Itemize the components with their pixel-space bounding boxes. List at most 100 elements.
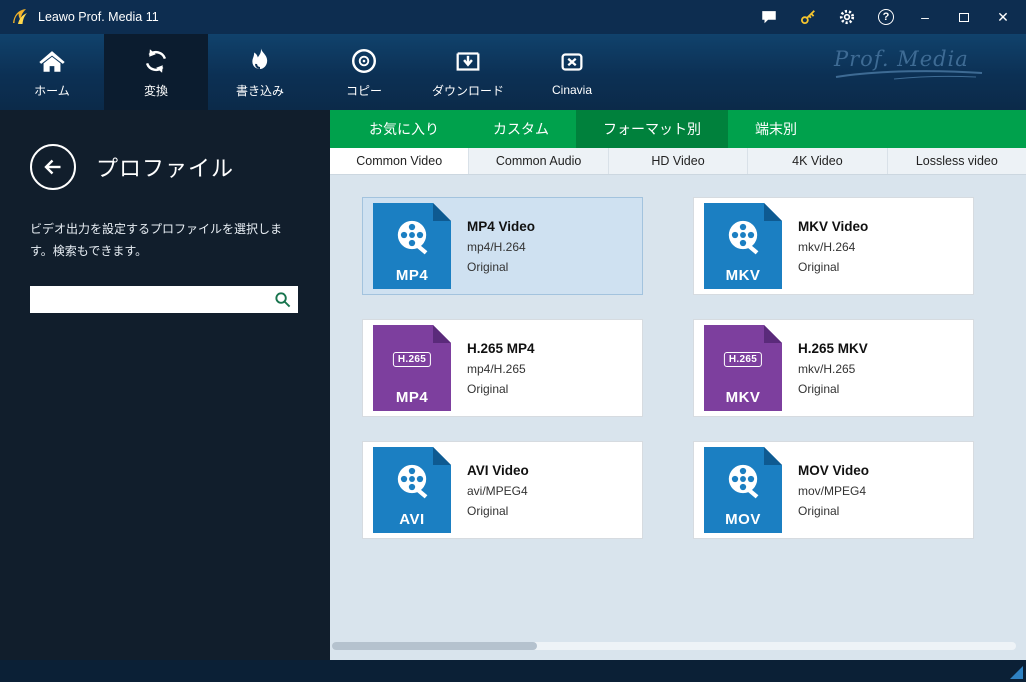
subtab-lossless-video[interactable]: Lossless video [888, 148, 1026, 174]
card-title: MKV Video [798, 218, 869, 234]
nav-label: ダウンロード [431, 83, 504, 98]
card-title: MOV Video [798, 462, 870, 478]
card-title: H.265 MP4 [467, 340, 535, 356]
card-title: MP4 Video [467, 218, 536, 234]
subtab-4k-video[interactable]: 4K Video [748, 148, 888, 174]
main-area: プロファイル ビデオ出力を設定するプロファイルを選択します。検索もできます。 お… [0, 110, 1026, 660]
nav-tab-burn[interactable]: 書き込み [208, 34, 312, 110]
card-quality: Original [798, 381, 840, 396]
minimize-button[interactable]: – [916, 9, 934, 25]
card-quality: Original [467, 503, 509, 518]
profile-card-mp4[interactable]: MP4 MP4 Video mp4/H.264 Original [362, 197, 643, 295]
card-codec: mov/MPEG4 [798, 483, 867, 498]
card-quality: Original [798, 503, 840, 518]
flame-icon [245, 46, 275, 76]
brand-logo: Prof. Media [834, 47, 984, 80]
subtab-hd-video[interactable]: HD Video [609, 148, 749, 174]
register-key-icon[interactable] [799, 8, 817, 26]
profile-card-mov[interactable]: MOV MOV Video mov/MPEG4 Original [693, 441, 974, 539]
nav-tab-cinavia[interactable]: Cinavia [520, 34, 624, 110]
help-icon[interactable]: ? [877, 8, 895, 26]
maximize-button[interactable] [955, 9, 973, 25]
nav-label: Cinavia [551, 83, 593, 97]
horizontal-scrollbar[interactable] [332, 642, 1016, 650]
file-icon-avi: AVI [373, 447, 451, 533]
card-codec: avi/MPEG4 [467, 483, 528, 498]
tab-by-device[interactable]: 端末別 [728, 110, 824, 148]
card-codec: mp4/H.264 [467, 239, 526, 254]
file-icon-mkv: MKV [704, 203, 782, 289]
nav-tab-download[interactable]: ダウンロード [416, 34, 520, 110]
format-subtabs: Common Video Common Audio HD Video 4K Vi… [330, 148, 1026, 175]
app-logo-icon [10, 7, 30, 27]
file-icon-h265-mp4: H.265 MP4 [373, 325, 451, 411]
search-icon[interactable] [274, 291, 291, 308]
titlebar-controls: ? – ✕ [760, 8, 1026, 26]
nav-label: 変換 [143, 83, 168, 98]
convert-icon [141, 46, 171, 76]
card-title: H.265 MKV [798, 340, 868, 356]
tab-favorites[interactable]: お気に入り [342, 110, 466, 148]
card-info: MP4 Video mp4/H.264 Original [467, 219, 535, 274]
card-codec: mkv/H.264 [798, 239, 856, 254]
format-badge: MP4 [395, 267, 429, 284]
profile-sidebar: プロファイル ビデオ出力を設定するプロファイルを選択します。検索もできます。 [0, 110, 330, 660]
film-reel-icon [397, 220, 428, 255]
tab-custom[interactable]: カスタム [466, 110, 576, 148]
h265-badge: H.265 [392, 352, 432, 367]
card-info: MOV Video mov/MPEG4 Original [798, 463, 869, 518]
profile-card-h265-mp4[interactable]: H.265 MP4 H.265 MP4 mp4/H.265 Original [362, 319, 643, 417]
nav-tab-convert[interactable]: 変換 [104, 34, 208, 110]
nav-tab-copy[interactable]: コピー [312, 34, 416, 110]
home-icon [37, 46, 67, 76]
page-title: プロファイル [96, 156, 235, 181]
search-box [30, 286, 298, 314]
resize-grip-icon[interactable] [1010, 666, 1023, 679]
scrollbar-thumb[interactable] [332, 642, 537, 650]
feedback-chat-icon[interactable] [760, 8, 778, 26]
card-quality: Original [798, 259, 840, 274]
film-reel-icon [397, 464, 428, 499]
sidebar-header: プロファイル [30, 144, 300, 190]
file-icon-mov: MOV [704, 447, 782, 533]
file-icon-h265-mkv: H.265 MKV [704, 325, 782, 411]
film-reel-icon [728, 220, 759, 255]
search-input[interactable] [30, 286, 298, 314]
nav-label: 書き込み [235, 83, 284, 98]
close-button[interactable]: ✕ [994, 9, 1012, 26]
format-badge: MOV [725, 511, 761, 528]
content-area: お気に入り カスタム フォーマット別 端末別 Common Video Comm… [330, 110, 1026, 660]
category-tabs: お気に入り カスタム フォーマット別 端末別 [330, 110, 1026, 148]
profile-card-mkv[interactable]: MKV MKV Video mkv/H.264 Original [693, 197, 974, 295]
subtab-common-audio[interactable]: Common Audio [469, 148, 609, 174]
format-badge: MKV [725, 389, 761, 406]
settings-gear-icon[interactable] [838, 8, 856, 26]
statusbar [0, 660, 1026, 682]
back-button[interactable] [30, 144, 76, 190]
brand-text: Prof. Media [834, 47, 969, 71]
cinavia-icon [557, 47, 587, 77]
download-icon [453, 46, 483, 76]
nav-label: コピー [345, 83, 382, 98]
film-reel-icon [728, 464, 759, 499]
main-navbar: ホーム 変換 書き込み コピー ダウンロード Cinavia Prof. Med… [0, 34, 1026, 110]
nav-tab-home[interactable]: ホーム [0, 34, 104, 110]
card-quality: Original [467, 381, 509, 396]
card-codec: mp4/H.265 [467, 361, 526, 376]
profile-description: ビデオ出力を設定するプロファイルを選択します。検索もできます。 [30, 222, 283, 259]
tab-by-format[interactable]: フォーマット別 [576, 110, 728, 148]
card-codec: mkv/H.265 [798, 361, 856, 376]
card-quality: Original [467, 259, 509, 274]
card-info: MKV Video mkv/H.264 Original [798, 219, 868, 274]
profile-card-grid: MP4 MP4 Video mp4/H.264 Original MKV MKV… [330, 175, 1026, 539]
app-window: Leawo Prof. Media 11 ? – ✕ ホーム 変換 書き込み コ… [0, 0, 1026, 682]
file-icon-mp4: MP4 [373, 203, 451, 289]
subtab-common-video[interactable]: Common Video [330, 148, 470, 174]
profile-card-h265-mkv[interactable]: H.265 MKV H.265 MKV mkv/H.265 Original [693, 319, 974, 417]
titlebar: Leawo Prof. Media 11 ? – ✕ [0, 0, 1026, 34]
nav-label: ホーム [34, 83, 70, 98]
card-info: AVI Video avi/MPEG4 Original [467, 463, 529, 518]
card-info: H.265 MP4 mp4/H.265 Original [467, 341, 535, 396]
profile-card-avi[interactable]: AVI AVI Video avi/MPEG4 Original [362, 441, 643, 539]
left-arrow-icon [44, 159, 61, 175]
